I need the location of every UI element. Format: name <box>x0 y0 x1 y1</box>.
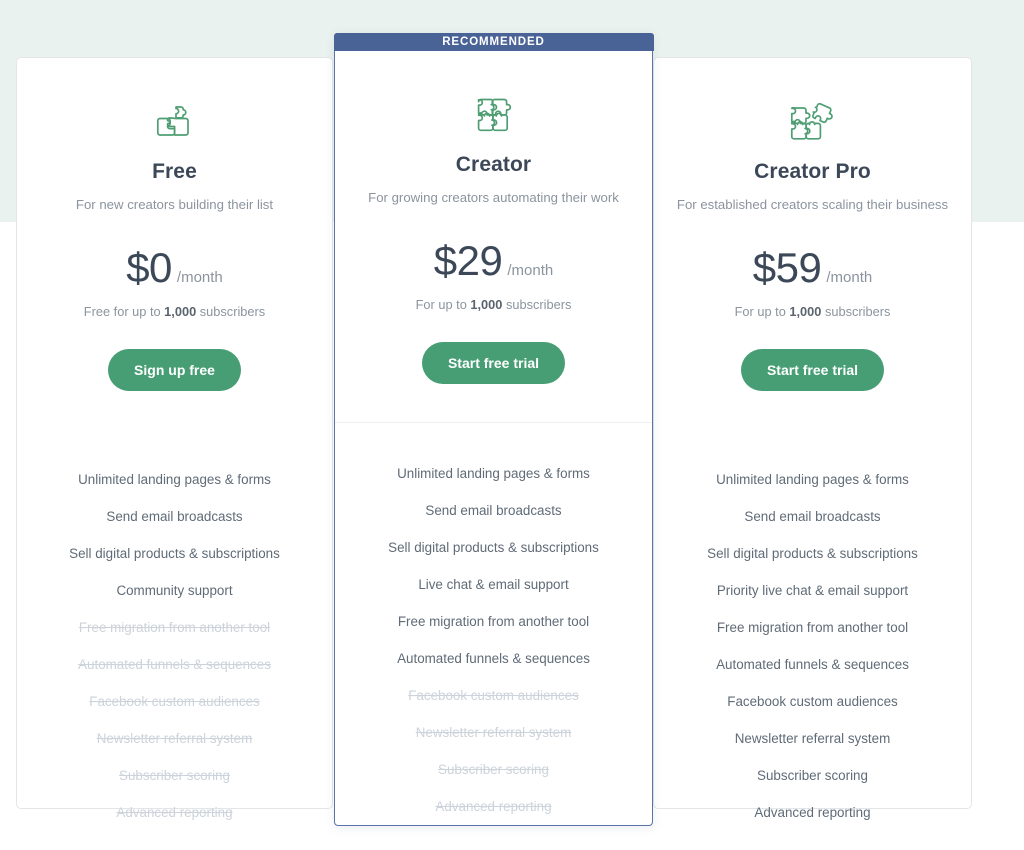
price-amount: $29 <box>433 237 503 285</box>
price-note-prefix: Free for up to <box>83 304 165 319</box>
pricing-card-free: Free For new creators building their lis… <box>16 57 333 820</box>
price-note-prefix: For up to <box>415 297 471 313</box>
card-header-creator-pro: Creator Pro For established creators sca… <box>654 58 971 429</box>
cta-container: Start free trial <box>335 342 652 422</box>
price-note-suffix: subscribers <box>196 304 266 319</box>
feature-item: Newsletter referral system <box>415 725 572 740</box>
price-note-prefix: For up to <box>734 304 790 319</box>
plan-price: $0 /month <box>17 244 332 292</box>
price-note: For up to 1,000 subscribers <box>654 304 971 319</box>
feature-item: Advanced reporting <box>116 805 233 820</box>
feature-item: Subscriber scoring <box>438 762 549 777</box>
feature-item: Sell digital products & subscriptions <box>69 546 280 561</box>
feature-item: Facebook custom audiences <box>408 688 579 703</box>
pricing-card-creator: RECOMMENDED Creator For growing creators… <box>333 32 654 826</box>
pricing-card-creator-pro: Creator Pro For established creators sca… <box>653 57 972 820</box>
puzzle-four-pieces-icon <box>335 89 652 139</box>
price-note-suffix: subscribers <box>502 297 572 313</box>
feature-item: Free migration from another tool <box>78 620 271 635</box>
feature-item: Community support <box>116 583 233 598</box>
feature-item: Advanced reporting <box>435 799 552 814</box>
feature-item: Advanced reporting <box>754 805 871 820</box>
start-free-trial-button-pro[interactable]: Start free trial <box>740 349 885 391</box>
plan-name: Creator Pro <box>754 160 871 183</box>
plan-price: $29 /month <box>335 237 652 285</box>
start-free-trial-button-creator[interactable]: Start free trial <box>421 342 566 385</box>
plan-tagline: For new creators building their list <box>75 197 274 212</box>
price-note: Free for up to 1,000 subscribers <box>17 304 332 319</box>
plan-tagline: For established creators scaling their b… <box>676 197 949 212</box>
price-amount: $59 <box>752 244 822 291</box>
signup-free-button[interactable]: Sign up free <box>108 349 241 391</box>
feature-item: Facebook custom audiences <box>89 694 260 709</box>
cta-container: Sign up free <box>17 349 332 429</box>
feature-list-free: Unlimited landing pages & forms Send ema… <box>17 429 332 831</box>
puzzle-two-pieces-icon <box>17 96 332 146</box>
card-header-free: Free For new creators building their lis… <box>17 58 332 429</box>
feature-item: Automated funnels & sequences <box>397 651 590 666</box>
price-period: /month <box>826 269 873 286</box>
feature-list-creator: Unlimited landing pages & forms Send ema… <box>335 423 652 825</box>
recommended-badge: RECOMMENDED <box>333 32 654 52</box>
price-note-count: 1,000 <box>470 297 503 313</box>
plan-name: Free <box>152 160 197 183</box>
plan-name: Creator <box>455 153 532 177</box>
feature-item: Newsletter referral system <box>734 731 891 746</box>
feature-item: Free migration from another tool <box>397 614 590 629</box>
feature-item: Send email broadcasts <box>106 509 243 524</box>
feature-item: Newsletter referral system <box>96 731 253 746</box>
feature-item: Subscriber scoring <box>119 768 230 783</box>
pricing-plan-grid: Free For new creators building their lis… <box>0 0 1024 850</box>
feature-item: Send email broadcasts <box>425 503 562 518</box>
feature-item: Priority live chat & email support <box>716 583 909 598</box>
price-note-suffix: subscribers <box>821 304 891 319</box>
price-note-count: 1,000 <box>789 304 822 319</box>
price-period: /month <box>176 269 223 286</box>
plan-tagline: For growing creators automating their wo… <box>368 190 619 206</box>
feature-item: Sell digital products & subscriptions <box>388 540 599 555</box>
price-note-count: 1,000 <box>164 304 197 319</box>
card-header-creator: Creator For growing creators automating … <box>335 51 652 422</box>
feature-item: Unlimited landing pages & forms <box>78 472 271 487</box>
feature-item: Send email broadcasts <box>744 509 881 524</box>
feature-item: Facebook custom audiences <box>727 694 898 709</box>
feature-item: Unlimited landing pages & forms <box>716 472 909 487</box>
feature-item: Free migration from another tool <box>716 620 909 635</box>
feature-list-creator-pro: Unlimited landing pages & forms Send ema… <box>654 429 971 831</box>
plan-price: $59 /month <box>654 244 971 292</box>
feature-item: Automated funnels & sequences <box>78 657 271 672</box>
feature-item: Subscriber scoring <box>757 768 868 783</box>
feature-item: Automated funnels & sequences <box>716 657 909 672</box>
feature-item: Sell digital products & subscriptions <box>707 546 918 561</box>
price-note: For up to 1,000 subscribers <box>335 297 652 312</box>
feature-item: Unlimited landing pages & forms <box>397 466 590 481</box>
puzzle-detached-piece-icon <box>654 96 971 146</box>
cta-container: Start free trial <box>654 349 971 429</box>
price-amount: $0 <box>126 244 172 291</box>
price-period: /month <box>507 262 554 280</box>
feature-item: Live chat & email support <box>418 577 569 592</box>
